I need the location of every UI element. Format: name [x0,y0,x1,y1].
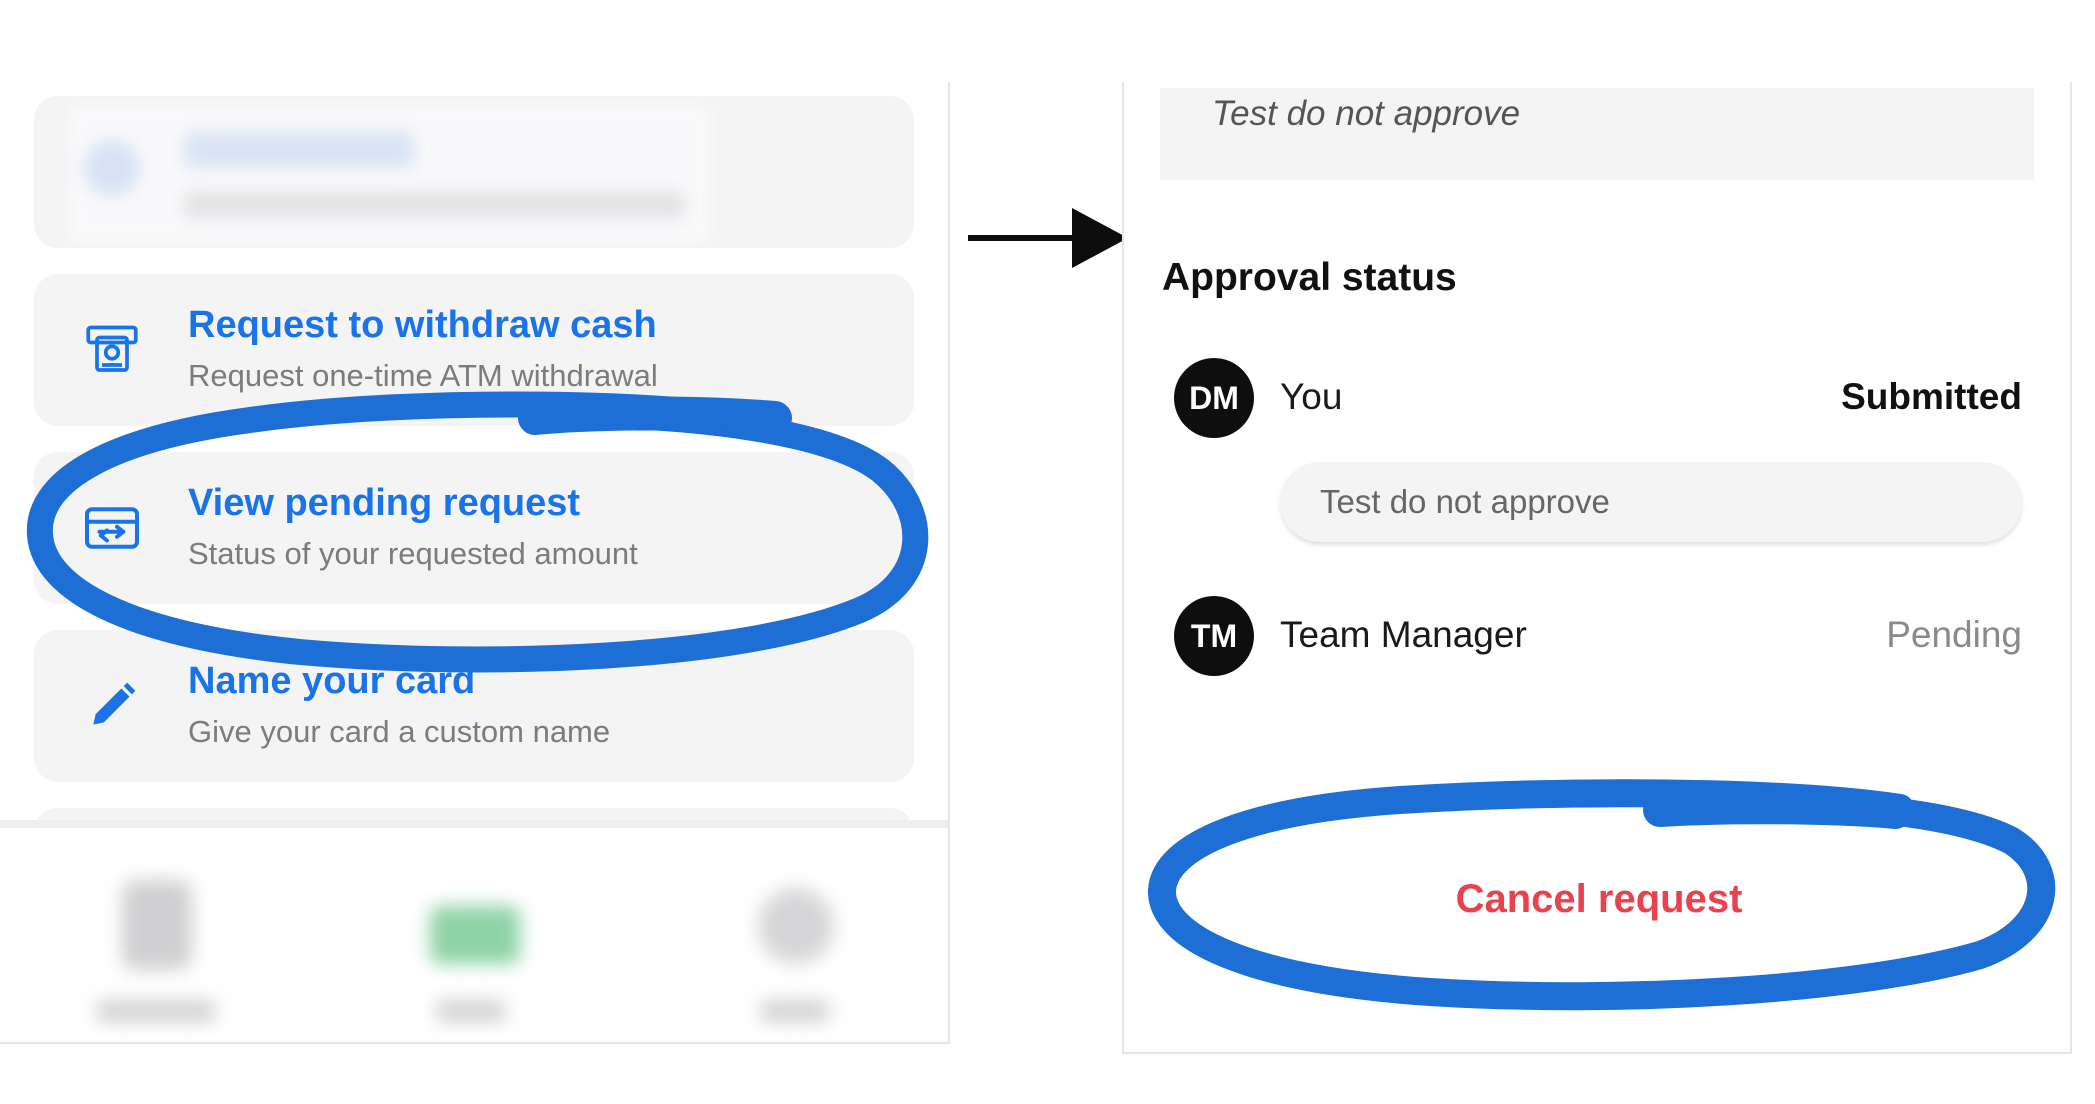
menu-item-title: Name your card [188,660,476,702]
menu-item-title: Request to withdraw cash [188,304,657,346]
approver-name: Team Manager [1280,614,1527,655]
pending-request-screen: Test do not approve Approval status DM Y… [1122,82,2072,1054]
menu-item-view-pending-request[interactable]: View pending request Status of your requ… [34,452,914,604]
approver-name: You [1280,376,1343,417]
request-note-text: Test do not approve [1212,94,1521,133]
menu-item-subtitle: Request one-time ATM withdrawal [188,358,658,393]
blurred-subtitle [184,192,684,218]
arrow-right-icon [968,208,1128,268]
transfer-icon [80,496,144,560]
blurred-title [184,132,414,168]
avatar: TM [1174,596,1254,676]
menu-item-name-card[interactable]: Name your card Give your card a custom n… [34,630,914,782]
menu-item-subtitle: Status of your requested amount [188,536,638,571]
cancel-request-button[interactable]: Cancel request [1324,866,1874,932]
pencil-icon [80,674,144,738]
blurred-nav-label [96,1000,216,1022]
avatar: DM [1174,358,1254,438]
bottom-navigation-bar [0,820,948,1042]
approval-status-heading: Approval status [1162,256,1457,299]
approver-comment: Test do not approve [1280,462,2022,542]
blurred-menu-card [34,96,914,248]
approver-comment-text: Test do not approve [1320,483,1610,520]
menu-item-subtitle: Give your card a custom name [188,714,611,749]
blurred-nav-label [760,1000,830,1022]
blurred-nav-icon[interactable] [758,888,834,964]
menu-item-title: View pending request [188,482,581,524]
blurred-nav-icon[interactable] [122,880,192,970]
approver-status: Pending [1886,614,2022,655]
blurred-nav-label [436,1000,506,1022]
card-actions-screen: Request to withdraw cash Request one-tim… [0,82,950,1044]
blurred-content [70,106,710,242]
blurred-icon [84,140,140,196]
atm-icon [80,318,144,382]
blurred-nav-icon[interactable] [430,906,520,964]
approver-status: Submitted [1841,376,2022,417]
request-note-box: Test do not approve [1160,88,2034,180]
menu-item-withdraw-cash[interactable]: Request to withdraw cash Request one-tim… [34,274,914,426]
